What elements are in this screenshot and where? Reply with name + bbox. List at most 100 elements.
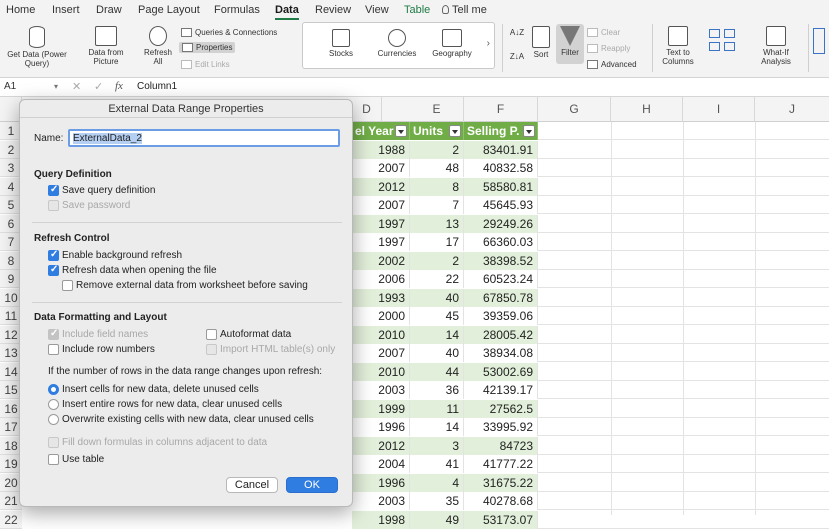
get-data-button[interactable]: Get Data (Power Query) [4,26,70,68]
refresh-all-button[interactable]: Refresh All [142,26,174,66]
table-cell[interactable]: 2007 [352,196,410,214]
tab-table[interactable]: Table [404,4,430,16]
table-cell[interactable]: 45645.93 [464,196,538,214]
ok-button[interactable]: OK [286,477,338,493]
tell-me[interactable]: Tell me [442,4,487,16]
table-cell[interactable]: 84723 [464,436,538,455]
table-cell[interactable]: 40832.58 [464,159,538,177]
name-box-chevron-icon[interactable]: ▾ [54,82,58,91]
tab-formulas[interactable]: Formulas [214,4,260,16]
tab-insert[interactable]: Insert [52,4,80,16]
fill-down-checkbox[interactable] [48,437,59,448]
table-cell[interactable]: 40 [410,288,464,307]
column-header-h[interactable]: H [611,97,683,122]
table-cell[interactable]: 1996 [352,473,410,492]
row-header[interactable]: 22 [0,510,22,529]
table-cell[interactable]: 66360.03 [464,233,538,251]
remove-duplicates-icon[interactable] [724,29,736,38]
table-cell[interactable]: 67850.78 [464,288,538,307]
table-header-cell[interactable]: Selling P. [464,122,538,140]
confirm-entry-icon[interactable]: ✓ [94,80,103,93]
table-cell[interactable]: 1996 [352,418,410,436]
table-cell[interactable]: 2007 [352,159,410,177]
table-cell[interactable]: 83401.91 [464,140,538,159]
filter-dropdown-icon[interactable] [523,125,535,137]
table-cell[interactable]: 31675.22 [464,473,538,492]
table-cell[interactable]: 2003 [352,381,410,399]
reapply-button[interactable]: Reapply [587,44,630,54]
clear-button[interactable]: Clear [587,28,620,38]
table-cell[interactable]: 35 [410,492,464,510]
include-field-names-checkbox[interactable] [48,328,59,340]
name-field[interactable]: ExternalData_2 [68,129,340,147]
data-from-picture-button[interactable]: Data from Picture [82,26,130,66]
table-cell[interactable]: 42139.17 [464,381,538,399]
table-header-cell[interactable]: Units [410,122,464,140]
insert-rows-radio[interactable] [48,399,59,410]
name-box[interactable]: A1 [4,81,56,92]
edit-links-button[interactable]: Edit Links [181,60,230,70]
column-header-e[interactable]: E [410,97,464,122]
currencies-button[interactable]: Currencies [375,29,419,58]
filter-button[interactable]: Filter [556,24,584,64]
save-query-checkbox[interactable] [48,184,59,196]
table-cell[interactable]: 2012 [352,436,410,455]
tab-home[interactable]: Home [6,4,35,16]
outline-icon[interactable] [813,28,825,54]
table-cell[interactable]: 1999 [352,399,410,418]
table-cell[interactable]: 2012 [352,177,410,196]
remove-external-data-checkbox[interactable] [62,280,73,291]
table-cell[interactable]: 13 [410,214,464,233]
column-header-f[interactable]: F [464,97,538,122]
table-cell[interactable]: 1997 [352,214,410,233]
table-cell[interactable]: 28005.42 [464,325,538,344]
table-cell[interactable]: 45 [410,307,464,325]
table-cell[interactable]: 17 [410,233,464,251]
function-icon[interactable]: fx [115,80,123,92]
table-cell[interactable]: 7 [410,196,464,214]
table-cell[interactable]: 2006 [352,270,410,288]
table-cell[interactable]: 2004 [352,455,410,473]
tab-review[interactable]: Review [315,4,351,16]
table-cell[interactable]: 48 [410,159,464,177]
tab-draw[interactable]: Draw [96,4,122,16]
insert-cells-radio[interactable] [48,384,59,395]
sort-button[interactable]: Sort [530,26,552,59]
table-cell[interactable]: 2003 [352,492,410,510]
autoformat-checkbox[interactable] [206,329,217,340]
table-cell[interactable]: 14 [410,418,464,436]
geography-button[interactable]: Geography [429,29,475,58]
sort-za-button[interactable]: Z↓A [509,52,525,61]
table-cell[interactable]: 2010 [352,362,410,381]
table-cell[interactable]: 8 [410,177,464,196]
properties-button[interactable]: Properties [179,42,236,54]
table-cell[interactable]: 2007 [352,344,410,362]
data-validation-icon[interactable] [708,42,720,51]
table-cell[interactable]: 39359.06 [464,307,538,325]
table-cell[interactable]: 36 [410,381,464,399]
formula-input[interactable]: Column1 [137,81,177,92]
table-cell[interactable]: 1993 [352,288,410,307]
tab-page-layout[interactable]: Page Layout [138,4,200,16]
save-password-checkbox[interactable] [48,200,59,211]
table-cell[interactable]: 3 [410,436,464,455]
include-row-numbers-checkbox[interactable] [48,344,59,355]
tab-data[interactable]: Data [275,4,299,20]
advanced-button[interactable]: Advanced [587,60,637,70]
table-cell[interactable]: 40278.68 [464,492,538,510]
table-cell[interactable]: 2010 [352,325,410,344]
table-cell[interactable]: 14 [410,325,464,344]
cancel-entry-icon[interactable]: ✕ [72,80,81,93]
refresh-on-open-checkbox[interactable] [48,264,59,276]
tab-view[interactable]: View [365,4,389,16]
column-header-g[interactable]: G [538,97,611,122]
table-cell[interactable]: 2002 [352,251,410,270]
sort-az-button[interactable]: A↓Z [509,28,525,37]
table-cell[interactable]: 41 [410,455,464,473]
stocks-button[interactable]: Stocks [321,29,361,58]
what-if-analysis-button[interactable]: What-If Analysis [752,26,800,66]
table-cell[interactable]: 40 [410,344,464,362]
filter-dropdown-icon[interactable] [395,125,407,137]
table-cell[interactable]: 11 [410,399,464,418]
enable-background-refresh-checkbox[interactable] [48,249,59,261]
